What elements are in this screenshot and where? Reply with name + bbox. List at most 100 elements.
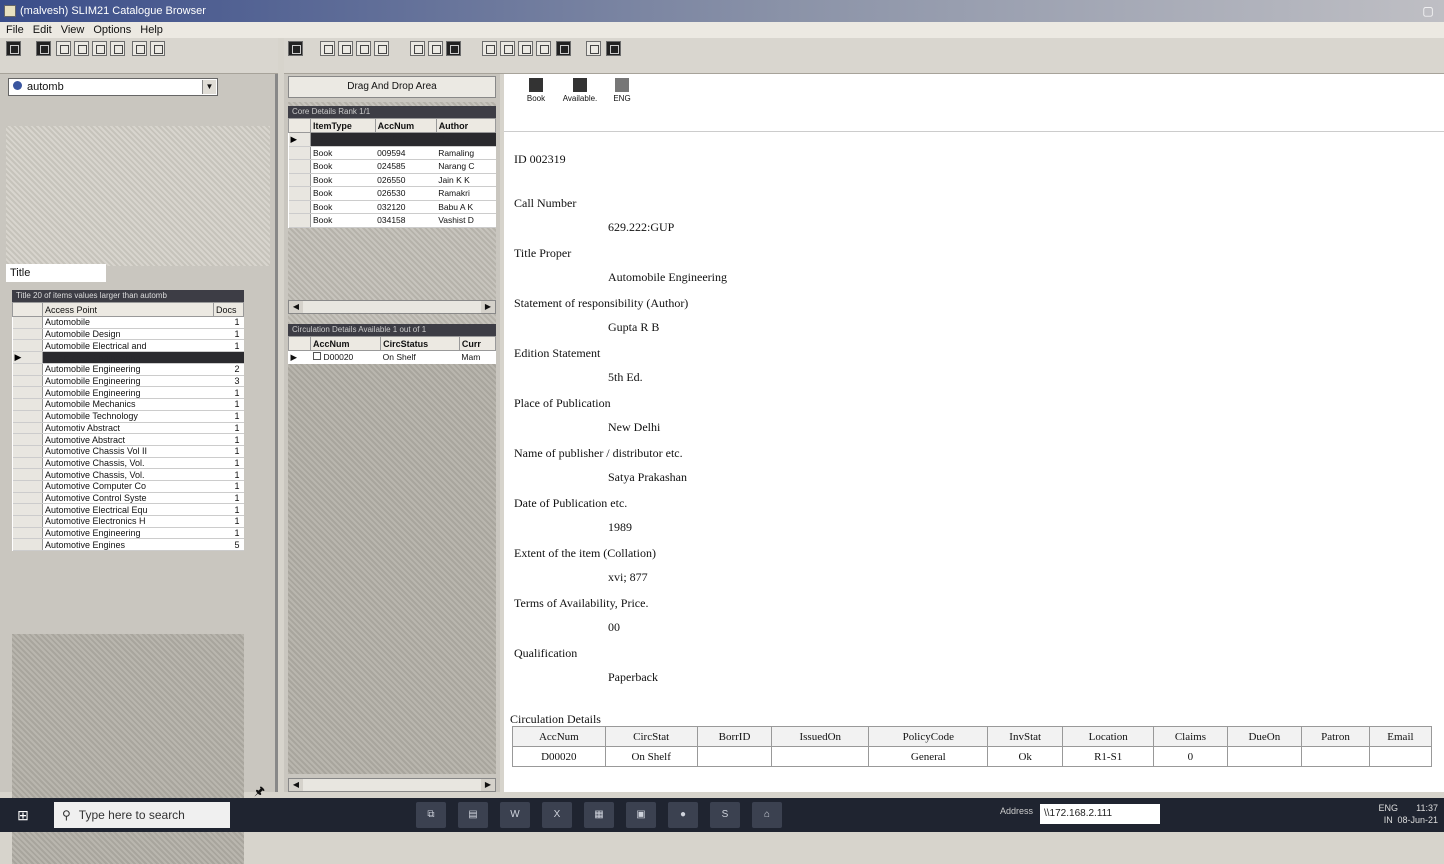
row-selector[interactable]: [288, 186, 311, 201]
prev-record-icon[interactable]: [338, 41, 353, 56]
row-selector[interactable]: [12, 527, 43, 540]
db-icon[interactable]: [6, 41, 21, 56]
excel-icon[interactable]: X: [542, 802, 572, 828]
zoom-icon[interactable]: [518, 41, 533, 56]
row-selector[interactable]: [12, 339, 43, 353]
table-row[interactable]: Automobile Electrical and 1: [12, 339, 244, 353]
column-header[interactable]: IssuedOn: [771, 726, 870, 747]
nav-next-icon[interactable]: [92, 41, 107, 56]
chrome-icon[interactable]: ●: [668, 802, 698, 828]
table-row[interactable]: ▶ D00020 On Shelf Mam: [289, 351, 496, 364]
table-row[interactable]: ▶ Automobile Engineering: [12, 351, 244, 365]
nav-first-icon[interactable]: [56, 41, 71, 56]
row-selector[interactable]: [288, 173, 311, 187]
row-selector[interactable]: [12, 445, 43, 458]
word-icon[interactable]: W: [500, 802, 530, 828]
table-row[interactable]: Automotive Abstract 1: [12, 433, 244, 446]
menu-file[interactable]: File: [6, 24, 24, 36]
search-input[interactable]: automb ▼: [8, 78, 218, 96]
circulation-scrollbar[interactable]: ◀ ▶: [288, 778, 496, 792]
drag-drop-area[interactable]: Drag And Drop Area: [288, 76, 496, 98]
table-row[interactable]: Automotiv Abstract 1: [12, 422, 244, 435]
address-field[interactable]: \\172.168.2.111: [1040, 804, 1160, 824]
column-header[interactable]: BorrID: [696, 726, 773, 747]
add-icon[interactable]: [428, 41, 443, 56]
table-row[interactable]: Automotive Engineering 1: [12, 527, 244, 540]
row-selector[interactable]: [12, 515, 43, 528]
col-circstatus[interactable]: CircStatus: [380, 336, 460, 351]
row-selector[interactable]: [12, 328, 43, 341]
col-itemtype[interactable]: ItemType: [310, 118, 376, 133]
row-selector[interactable]: [12, 457, 43, 470]
table-row[interactable]: Automotive Chassis, Vol. 1: [12, 457, 244, 470]
col-access-point[interactable]: Access Point: [42, 302, 214, 317]
print-icon[interactable]: [556, 41, 571, 56]
layout-icon[interactable]: [482, 41, 497, 56]
export-icon[interactable]: [586, 41, 601, 56]
col-accnum[interactable]: AccNum: [374, 118, 437, 133]
table-row[interactable]: Automobile Engineering 1: [12, 386, 244, 400]
core-details-scrollbar[interactable]: ◀ ▶: [288, 300, 496, 314]
column-header[interactable]: InvStat: [987, 726, 1063, 747]
calculator-icon[interactable]: ▦: [584, 802, 614, 828]
row-selector[interactable]: [12, 480, 43, 493]
table-row[interactable]: Book 034158 Vashist D: [288, 213, 496, 228]
menu-view[interactable]: View: [61, 24, 85, 36]
col-author[interactable]: Author: [435, 118, 497, 133]
row-selector[interactable]: [12, 398, 43, 411]
clock[interactable]: 11:37 08-Jun-21: [1397, 802, 1438, 826]
row-selector[interactable]: [288, 200, 311, 214]
filter-icon[interactable]: [132, 41, 147, 56]
row-selector[interactable]: ▶: [12, 351, 43, 365]
column-header[interactable]: CircStat: [604, 726, 698, 747]
close-icon[interactable]: ▢: [1420, 3, 1436, 19]
menu-options[interactable]: Options: [93, 24, 131, 36]
table-row[interactable]: Automotive Electronics H 1: [12, 515, 244, 528]
row-selector[interactable]: [12, 375, 43, 388]
bookmark-icon[interactable]: [446, 41, 461, 56]
settings-icon[interactable]: [606, 41, 621, 56]
language-indicator[interactable]: ENG IN: [1378, 802, 1398, 826]
view-icon[interactable]: [288, 41, 303, 56]
col-curr[interactable]: Curr: [458, 336, 497, 351]
row-selector[interactable]: [12, 468, 43, 481]
table-row[interactable]: Book 026550 Jain K K: [288, 173, 496, 187]
sort-icon[interactable]: [150, 41, 165, 56]
col-accnum[interactable]: AccNum: [309, 336, 382, 351]
row-selector[interactable]: [12, 492, 43, 505]
row-selector[interactable]: [12, 433, 43, 446]
app-window-icon[interactable]: ▣: [626, 802, 656, 828]
file-explorer-icon[interactable]: ▤: [458, 802, 488, 828]
windows-start-icon[interactable]: ⊞: [0, 798, 46, 832]
table-row[interactable]: Book 009594 Ramaling: [288, 146, 496, 160]
check-icon[interactable]: [410, 41, 425, 56]
table-row[interactable]: Automobile 1: [12, 316, 244, 329]
row-selector[interactable]: [12, 386, 43, 400]
column-header[interactable]: Location: [1061, 726, 1155, 747]
table-row[interactable]: Automotive Engines 5: [12, 538, 244, 552]
col-docs[interactable]: Docs: [213, 302, 244, 317]
next-record-icon[interactable]: [356, 41, 371, 56]
table-row[interactable]: Automobile Engineering 3: [12, 375, 244, 388]
row-selector[interactable]: ▶: [288, 132, 311, 147]
table-row[interactable]: Automobile Engineering 2: [12, 363, 244, 376]
row-selector[interactable]: [12, 422, 43, 435]
page-icon[interactable]: [536, 41, 551, 56]
column-header[interactable]: Claims: [1153, 726, 1228, 747]
table-row[interactable]: Automotive Computer Co 1: [12, 480, 244, 493]
column-header[interactable]: Email: [1368, 726, 1433, 747]
dot-icon[interactable]: [500, 41, 515, 56]
column-header[interactable]: AccNum: [512, 726, 606, 747]
nav-last-icon[interactable]: [110, 41, 125, 56]
table-row[interactable]: Book 024585 Narang C: [288, 159, 496, 174]
row-selector[interactable]: [288, 159, 311, 174]
menu-edit[interactable]: Edit: [33, 24, 52, 36]
table-row[interactable]: Automotive Control Syste 1: [12, 492, 244, 505]
first-record-icon[interactable]: [320, 41, 335, 56]
table-row[interactable]: Book 032120 Babu A K: [288, 200, 496, 214]
network-app-icon[interactable]: ⌂: [752, 802, 782, 828]
row-selector[interactable]: [12, 538, 43, 552]
table-row[interactable]: Automobile Mechanics 1: [12, 398, 244, 411]
row-selector[interactable]: [12, 503, 43, 516]
column-header[interactable]: DueOn: [1226, 726, 1303, 747]
